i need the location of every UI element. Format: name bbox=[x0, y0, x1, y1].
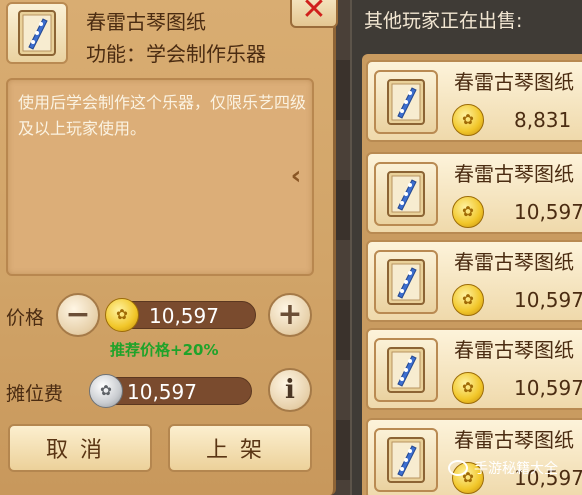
gold-coin-icon: ✿ bbox=[452, 104, 484, 136]
market-listing[interactable]: 春雷古琴图纸 ✿ 10,597 bbox=[366, 152, 582, 234]
listing-name: 春雷古琴图纸 bbox=[454, 338, 574, 362]
close-button[interactable]: ✕ bbox=[290, 0, 338, 28]
decrease-price-button[interactable]: − bbox=[56, 293, 100, 337]
market-listing[interactable]: 春雷古琴图纸 ✿ 10,597 bbox=[366, 418, 582, 495]
gold-coin-icon: ✿ bbox=[452, 284, 484, 316]
listing-price: 10,597 bbox=[514, 200, 582, 224]
listing-price: 8,831 bbox=[514, 108, 572, 132]
minus-icon: − bbox=[65, 297, 91, 332]
silver-coin-icon: ✿ bbox=[89, 374, 123, 408]
info-button[interactable]: i bbox=[268, 368, 312, 412]
market-listing[interactable]: 春雷古琴图纸 ✿ 8,831 bbox=[366, 60, 582, 142]
cancel-button[interactable]: 取消 bbox=[8, 424, 152, 472]
stall-fee-field: ✿ 10,597 bbox=[89, 374, 252, 408]
watermark-text: 手游秘籍大全 bbox=[474, 461, 558, 477]
market-listing[interactable]: 春雷古琴图纸 ✿ 10,597 bbox=[366, 328, 582, 410]
close-icon: ✕ bbox=[301, 0, 327, 27]
item-function: 功能：学会制作乐器 bbox=[86, 42, 266, 66]
description-box: 使用后学会制作这个乐器，仅限乐艺四级及以上玩家使用。 ‹ bbox=[6, 78, 314, 276]
increase-price-button[interactable]: + bbox=[268, 293, 312, 337]
market-title: 其他玩家正在出售: bbox=[364, 10, 523, 32]
listing-name: 春雷古琴图纸 bbox=[454, 70, 574, 94]
stall-fee-label: 摊位费 bbox=[6, 383, 64, 405]
info-icon: i bbox=[285, 375, 295, 405]
listing-price: 10,597 bbox=[514, 288, 582, 312]
sell-panel: 春雷古琴图纸 功能：学会制作乐器 使用后学会制作这个乐器，仅限乐艺四级及以上玩家… bbox=[0, 0, 336, 495]
listing-name: 春雷古琴图纸 bbox=[454, 428, 574, 452]
market-listing[interactable]: 春雷古琴图纸 ✿ 10,597 bbox=[366, 240, 582, 322]
blueprint-scroll-icon bbox=[374, 70, 438, 134]
gold-coin-icon: ✿ bbox=[452, 196, 484, 228]
blueprint-scroll-icon bbox=[374, 162, 438, 226]
price-label: 价格 bbox=[6, 307, 45, 329]
listing-name: 春雷古琴图纸 bbox=[454, 250, 574, 274]
gold-coin-icon: ✿ bbox=[452, 372, 484, 404]
gold-coin-icon: ✿ bbox=[105, 298, 139, 332]
listing-name: 春雷古琴图纸 bbox=[454, 162, 574, 186]
plus-icon: + bbox=[277, 297, 303, 332]
item-description: 使用后学会制作这个乐器，仅限乐艺四级及以上玩家使用。 bbox=[18, 93, 307, 138]
list-item-button[interactable]: 上架 bbox=[168, 424, 312, 472]
blueprint-scroll-icon bbox=[374, 338, 438, 402]
wechat-icon bbox=[448, 460, 468, 476]
blueprint-scroll-icon bbox=[374, 250, 438, 314]
chevron-left-icon[interactable]: ‹ bbox=[282, 162, 310, 190]
listing-price: 10,597 bbox=[514, 376, 582, 400]
blueprint-scroll-icon bbox=[6, 2, 68, 64]
price-field[interactable]: ✿ 10,597 bbox=[105, 298, 256, 332]
price-value: 10,597 bbox=[149, 304, 219, 328]
blueprint-scroll-icon bbox=[374, 428, 438, 492]
recommended-price-hint: 推荐价格+20% bbox=[110, 341, 219, 359]
item-name: 春雷古琴图纸 bbox=[86, 10, 206, 34]
stall-fee-value: 10,597 bbox=[127, 380, 197, 404]
watermark: 手游秘籍大全 bbox=[448, 458, 558, 478]
